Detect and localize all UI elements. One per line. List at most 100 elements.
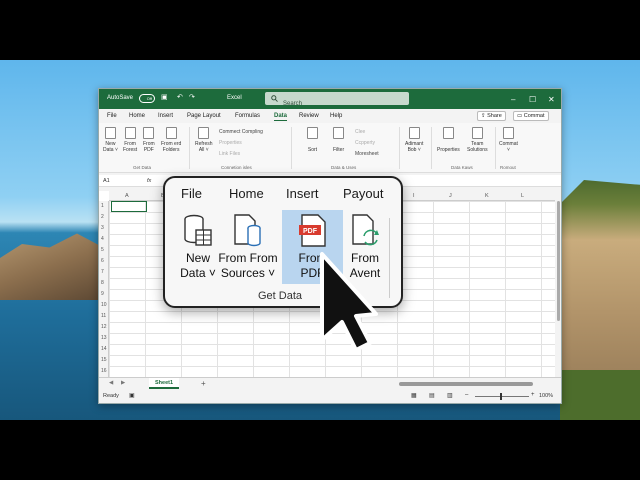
name-box[interactable]: A1 <box>103 178 110 184</box>
document-refresh-icon <box>352 214 379 246</box>
accessibility-icon[interactable]: ▣ <box>129 392 135 399</box>
menu-review[interactable]: Review <box>299 113 319 119</box>
zoom-in-icon[interactable]: + <box>531 392 535 398</box>
column-header[interactable]: L <box>521 193 524 199</box>
row-header[interactable]: 11 <box>101 313 106 319</box>
row-header[interactable]: 2 <box>101 214 104 220</box>
row-header[interactable]: 12 <box>101 324 107 330</box>
add-sheet-button[interactable]: + <box>201 379 206 388</box>
title-bar: AutoSave Off ▣ ↶ ↷ Excel Search – ☐ ✕ <box>99 89 561 109</box>
zoom-tab-insert[interactable]: Insert <box>286 186 319 201</box>
group-label-connections: Connetion isles <box>221 165 252 170</box>
close-button[interactable]: ✕ <box>548 95 555 104</box>
row-header[interactable]: 6 <box>101 258 104 264</box>
ribbon-new-data[interactable]: New Data ˅ <box>103 127 118 153</box>
ribbon-from-forest[interactable]: From Forest <box>123 127 137 153</box>
ribbon-reapply[interactable]: Ccpperty <box>355 140 375 146</box>
search-icon <box>271 95 278 102</box>
letterbox-bottom <box>0 420 640 480</box>
sheet-tab-bar: ◀ ▶ Sheet1 + <box>99 377 561 389</box>
menu-insert[interactable]: Insert <box>158 113 173 119</box>
autosave-toggle[interactable]: Off <box>139 94 155 103</box>
sheet-next-icon[interactable]: ▶ <box>121 380 125 386</box>
properties-icon <box>442 127 454 139</box>
row-header[interactable]: 14 <box>101 346 107 352</box>
row-header[interactable]: 9 <box>101 291 104 297</box>
save-icon[interactable]: ▣ <box>161 93 168 101</box>
table-icon <box>408 127 420 139</box>
ribbon-properties-kaws[interactable]: Properties <box>437 127 460 153</box>
row-header[interactable]: 8 <box>101 280 104 286</box>
zoom-level[interactable]: 100% <box>539 393 553 399</box>
ribbon-properties[interactable]: Properties <box>219 140 242 146</box>
comment-icon <box>502 127 514 139</box>
ribbon-commat[interactable]: Commat ˅ <box>499 127 518 153</box>
row-header[interactable]: 5 <box>101 247 104 253</box>
row-header[interactable]: 10 <box>101 302 107 308</box>
menu-formulas[interactable]: Formulas <box>235 113 260 119</box>
ribbon-from-pdf[interactable]: From PDF <box>143 127 155 153</box>
document-icon <box>124 127 136 139</box>
menu-page-layout[interactable]: Page Layout <box>187 113 221 119</box>
ribbon-filter[interactable]: Filter <box>333 127 344 153</box>
page-break-view-icon[interactable]: ▥ <box>447 392 453 399</box>
column-header[interactable]: A <box>125 193 129 199</box>
column-header[interactable]: I <box>413 193 415 199</box>
ribbon-team-solutions[interactable]: Team Solutions <box>467 127 488 153</box>
ribbon-separator <box>431 127 432 169</box>
refresh-icon <box>198 127 210 139</box>
ribbon-clear[interactable]: Clee <box>355 129 365 135</box>
redo-icon[interactable]: ↷ <box>189 93 195 101</box>
fx-icon[interactable]: fx <box>147 178 151 184</box>
ribbon-refresh-all[interactable]: Refresh All ˅ <box>195 127 213 153</box>
menu-data[interactable]: Data <box>274 113 288 121</box>
zoom-from-sources-button[interactable]: From From Sources ˅ <box>217 214 279 281</box>
comment-button[interactable]: ▭ Commat <box>513 111 549 121</box>
zoom-tab-home[interactable]: Home <box>229 186 264 201</box>
team-icon <box>471 127 483 139</box>
sheet-tab-sheet1[interactable]: Sheet1 <box>149 378 180 389</box>
zoom-tab-file[interactable]: File <box>181 186 202 201</box>
normal-view-icon[interactable]: ▦ <box>411 392 417 399</box>
row-header[interactable]: 15 <box>101 357 107 363</box>
horizontal-scroll-thumb[interactable] <box>399 382 533 386</box>
ribbon-from-folders[interactable]: From erd Folders <box>161 127 181 153</box>
column-header[interactable]: J <box>449 193 452 199</box>
undo-icon[interactable]: ↶ <box>177 93 183 101</box>
ribbon-link-files[interactable]: Link Files <box>219 151 240 157</box>
menu-file[interactable]: File <box>107 113 117 119</box>
menu-help[interactable]: Help <box>330 113 342 119</box>
page-layout-view-icon[interactable]: ▤ <box>429 392 435 399</box>
zoom-slider-handle[interactable] <box>500 393 502 400</box>
zoom-slider[interactable] <box>475 396 529 397</box>
zoom-tab-payout[interactable]: Payout <box>343 186 383 201</box>
ribbon-sort[interactable]: Sort <box>307 127 318 153</box>
row-header[interactable]: 13 <box>101 335 107 341</box>
group-label-data-kaws: Data Kaws <box>451 165 473 170</box>
autosave-label: AutoSave <box>107 95 134 101</box>
vertical-scrollbar[interactable] <box>555 191 561 377</box>
maximize-button[interactable]: ☐ <box>529 95 536 104</box>
ribbon-moresheet[interactable]: Moresheet <box>355 151 379 157</box>
row-header[interactable]: 7 <box>101 269 104 275</box>
menu-home[interactable]: Home <box>129 113 145 119</box>
ribbon-separator <box>399 127 400 169</box>
minimize-button[interactable]: – <box>511 95 515 104</box>
column-header[interactable]: K <box>485 193 489 199</box>
share-button[interactable]: ⇪ Share <box>477 111 506 121</box>
pdf-icon <box>143 127 155 139</box>
selected-cell-a1[interactable] <box>111 201 147 212</box>
wallpaper-shore <box>560 370 640 420</box>
search-input[interactable]: Search <box>265 92 409 107</box>
row-header[interactable]: 3 <box>101 225 104 231</box>
ribbon-adimant[interactable]: Adimant Bob ˅ <box>405 127 423 153</box>
vertical-scroll-thumb[interactable] <box>557 201 560 321</box>
sheet-prev-icon[interactable]: ◀ <box>109 380 113 386</box>
zoom-out-icon[interactable]: – <box>465 392 468 398</box>
ribbon: New Data ˅ From Forest From PDF From erd Fol… <box>99 123 561 173</box>
row-header[interactable]: 4 <box>101 236 104 242</box>
ribbon-connect[interactable]: Commect Compling <box>219 129 263 135</box>
zoom-new-data-button[interactable]: New Data ˅ <box>173 214 223 281</box>
row-header[interactable]: 16 <box>101 368 107 374</box>
row-header[interactable]: 1 <box>101 203 104 209</box>
